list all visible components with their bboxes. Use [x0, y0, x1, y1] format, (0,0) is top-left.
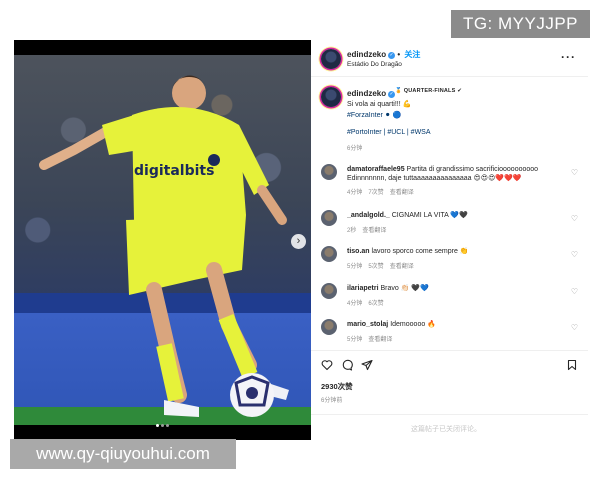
comment-translate[interactable]: 查看翻译	[362, 228, 386, 234]
slide-dot	[156, 424, 159, 427]
post-media[interactable]: digitalbits ›	[14, 40, 311, 440]
comment-likes[interactable]: 7次赞	[368, 190, 383, 196]
comment-body: Idemooooo 🔥	[390, 321, 436, 328]
comment-meta: 4分钟 7次赞 查看翻译	[347, 187, 420, 196]
comment-text: mario_stolaj Idemooooo 🔥	[347, 320, 562, 329]
comment-meta: 5分钟 5次赞 查看翻译	[347, 261, 420, 270]
caption-line-1: Si vola ai quarti!!! 💪	[347, 101, 412, 108]
post-photo: digitalbits	[14, 55, 311, 425]
follow-button[interactable]: 关注	[404, 50, 420, 59]
comment-meta: 4分钟 6次赞	[347, 298, 390, 307]
verified-icon: ✓	[388, 52, 396, 59]
post-date: 6分钟前	[321, 398, 343, 404]
comment-avatar[interactable]	[321, 164, 337, 180]
svg-text:digitalbits: digitalbits	[134, 163, 214, 179]
comment-body: lavoro sporco come sempre 👏	[371, 248, 469, 255]
slide-dot	[161, 424, 164, 427]
comments-disabled-bar: 这篇帖子已关闭评论。	[311, 414, 588, 441]
comment-username[interactable]: mario_stolaj	[347, 321, 388, 328]
comment-like-icon[interactable]: ♡	[571, 168, 578, 177]
comment-likes[interactable]: 6次赞	[368, 301, 383, 307]
comment-text: tiso.an lavoro sporco come sempre 👏	[347, 247, 562, 256]
comment-meta: 5分钟 查看翻译	[347, 334, 398, 343]
comment-username[interactable]: damatoraffaele95	[347, 166, 405, 173]
heart-icon[interactable]	[321, 359, 333, 371]
comment-text: ilariapetri Bravo 👏🏻 🖤💙	[347, 284, 562, 293]
bookmark-icon[interactable]	[566, 359, 578, 371]
comment-username[interactable]: _andalgold._	[347, 212, 390, 219]
comment-username[interactable]: ilariapetri	[347, 285, 379, 292]
comment: ilariapetri Bravo 👏🏻 🖤💙 4分钟 6次赞 ♡	[311, 283, 588, 313]
comment-time: 5分钟	[347, 337, 363, 343]
player-figure: digitalbits	[39, 75, 289, 417]
next-slide-button[interactable]: ›	[291, 234, 306, 249]
comment-translate[interactable]: 查看翻译	[390, 190, 414, 196]
separator-dot: •	[397, 50, 401, 59]
comment-body: Bravo 👏🏻 🖤💙	[380, 285, 429, 292]
comment-icon[interactable]	[341, 359, 353, 371]
comment-translate[interactable]: 查看翻译	[390, 264, 414, 270]
comment: _andalgold._ CIGNAMI LA VITA 💙🖤 2秒 查看翻译 ♡	[311, 210, 588, 240]
comment-time: 2秒	[347, 228, 357, 234]
comment-translate[interactable]: 查看翻译	[368, 337, 392, 343]
comment-username[interactable]: tiso.an	[347, 248, 370, 255]
comment-likes[interactable]: 5次赞	[368, 264, 383, 270]
like-count[interactable]: 2930次赞	[321, 381, 353, 392]
caption-hashtags-2[interactable]: #PortoInter | #UCL | #WSA	[347, 129, 431, 136]
comment-body: CIGNAMI LA VITA 💙🖤	[391, 212, 468, 219]
watermark-bottom: www.qy-qiuyouhui.com	[10, 439, 236, 469]
slide-dot	[166, 424, 169, 427]
watermark-top: TG: MYYJJPP	[451, 10, 590, 38]
author-avatar[interactable]	[321, 49, 341, 69]
comment-time: 5分钟	[347, 264, 363, 270]
comment-time: 4分钟	[347, 301, 363, 307]
comment-time: 4分钟	[347, 190, 363, 196]
instagram-post: digitalbits › edindzeko ✓ • 关注 Estádio D…	[14, 40, 588, 440]
post-header: edindzeko ✓ • 关注 Estádio Do Dragão ···	[311, 40, 588, 77]
comment-avatar[interactable]	[321, 283, 337, 299]
comment-avatar[interactable]	[321, 210, 337, 226]
more-options-icon[interactable]: ···	[561, 50, 576, 64]
comment-avatar[interactable]	[321, 246, 337, 262]
slide-indicator	[14, 414, 311, 432]
post-location[interactable]: Estádio Do Dragão	[347, 61, 402, 68]
caption-username[interactable]: edindzeko	[347, 89, 386, 98]
post-sidebar: edindzeko ✓ • 关注 Estádio Do Dragão ··· ed…	[311, 40, 588, 440]
comment-avatar[interactable]	[321, 319, 337, 335]
action-bar	[311, 350, 588, 375]
comment-meta: 2秒 查看翻译	[347, 225, 392, 234]
comment-text: _andalgold._ CIGNAMI LA VITA 💙🖤	[347, 211, 562, 220]
caption-avatar[interactable]	[321, 87, 341, 107]
comment: tiso.an lavoro sporco come sempre 👏 5分钟 5…	[311, 246, 588, 276]
caption-timestamp: 6分钟	[347, 146, 363, 152]
comment: mario_stolaj Idemooooo 🔥 5分钟 查看翻译 ♡	[311, 319, 588, 349]
comment-text: damatoraffaele95 Partita di grandissimo …	[347, 165, 562, 183]
comment-like-icon[interactable]: ♡	[571, 287, 578, 296]
author-username[interactable]: edindzeko	[347, 50, 386, 59]
author-username-row: edindzeko ✓ • 关注	[347, 49, 420, 60]
comment-like-icon[interactable]: ♡	[571, 250, 578, 259]
comment-like-icon[interactable]: ♡	[571, 323, 578, 332]
comments-disabled-text: 这篇帖子已关闭评论。	[411, 426, 481, 433]
caption-username-row: edindzeko ✓	[347, 89, 396, 98]
share-icon[interactable]	[361, 359, 373, 371]
comment-like-icon[interactable]: ♡	[571, 214, 578, 223]
caption-hashtags-1[interactable]: #ForzaInter ⚫ 🔵	[347, 111, 401, 119]
caption-badge: 🏅 QUARTER-FINALS ✔	[395, 88, 462, 94]
comment: damatoraffaele95 Partita di grandissimo …	[311, 164, 588, 196]
